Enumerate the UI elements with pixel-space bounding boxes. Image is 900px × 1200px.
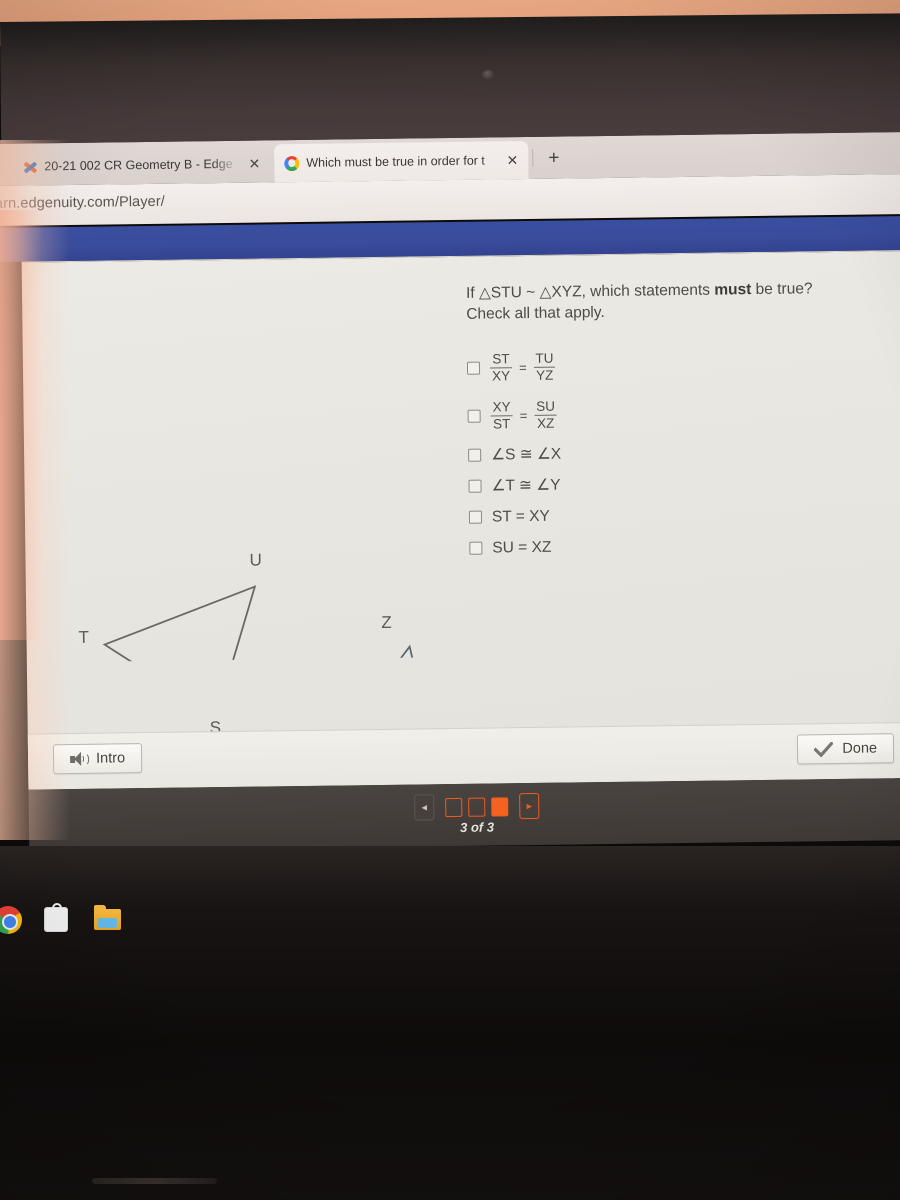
windows-taskbar <box>0 890 250 952</box>
pager-box-3[interactable] <box>491 796 509 817</box>
answer-option-6[interactable]: SU = XZ <box>469 532 562 564</box>
denominator: XZ <box>534 414 557 431</box>
triangle-XYZ <box>337 644 438 663</box>
vertex-label-U: U <box>249 550 262 570</box>
numerator: ST <box>492 351 510 367</box>
option-1-expression: ST XY = TU YZ <box>490 351 556 384</box>
next-page-button[interactable]: ► <box>519 792 540 820</box>
numerator: XY <box>492 399 511 415</box>
triangle-STU <box>102 585 257 663</box>
option-3-label: ∠S ≅ ∠X <box>491 445 562 464</box>
fraction-left: ST XY <box>490 351 513 384</box>
answer-option-2[interactable]: XY ST = SU XZ <box>467 391 561 440</box>
browser-tab-title: 20-21 002 CR Geometry B - Edge <box>44 156 233 174</box>
checkbox-option-2[interactable] <box>467 409 481 423</box>
vertex-label-Z: Z <box>381 612 392 632</box>
intro-button-label: Intro <box>95 750 126 767</box>
new-tab-button[interactable]: + <box>548 148 559 170</box>
lesson-pager: ◄ ► 3 of 3 <box>28 777 900 852</box>
fraction-left: XY ST <box>490 399 513 432</box>
checkbox-option-1[interactable] <box>466 361 481 375</box>
option-4-label: ∠T ≅ ∠Y <box>491 476 561 495</box>
webcam-icon <box>482 70 495 79</box>
browser-tab-title: Which must be true in order for t <box>306 153 485 170</box>
screenshot-root: ✕ 20-21 002 CR Geometry B - Edge ✕ Which… <box>0 0 900 1200</box>
answer-option-5[interactable]: ST = XY <box>468 501 562 533</box>
answer-option-4[interactable]: ∠T ≅ ∠Y <box>468 470 561 502</box>
pager-box-1[interactable] <box>445 797 463 817</box>
done-button[interactable]: Done <box>797 733 895 765</box>
pager-box-2[interactable] <box>468 797 486 817</box>
checkbox-option-6[interactable] <box>469 541 483 555</box>
close-icon[interactable]: ✕ <box>246 155 262 171</box>
edgenuity-x-icon <box>22 159 38 174</box>
previous-page-button[interactable]: ◄ <box>414 794 435 821</box>
pager-caption: 3 of 3 <box>459 819 495 835</box>
checkmark-icon <box>814 741 834 757</box>
checkbox-option-3[interactable] <box>468 448 482 462</box>
fraction-right: TU YZ <box>533 351 556 383</box>
browser-tab-edgenuity[interactable]: 20-21 002 CR Geometry B - Edge ✕ <box>12 144 270 185</box>
answer-option-1[interactable]: ST XY = TU YZ <box>466 343 561 392</box>
url-text: earn.edgenuity.com/Player/ <box>0 193 165 213</box>
vertex-label-T: T <box>78 627 90 647</box>
chrome-icon[interactable] <box>0 906 22 934</box>
denominator: YZ <box>533 366 556 383</box>
answer-options-list: ST XY = TU YZ XY ST = SU XZ ∠S ≅ ∠X ∠T ≅… <box>466 343 563 564</box>
google-g-icon <box>284 155 300 171</box>
checkbox-option-4[interactable] <box>468 479 482 493</box>
equals-sign: = <box>519 407 528 423</box>
question-line2: Check all that apply. <box>466 303 605 323</box>
geometry-figure <box>102 585 438 663</box>
speaker-icon <box>70 751 90 766</box>
numerator: SU <box>536 399 555 415</box>
equals-sign: = <box>518 359 527 375</box>
denominator: XY <box>490 366 513 384</box>
close-icon[interactable]: ✕ <box>504 152 520 168</box>
option-6-label: SU = XZ <box>492 538 552 556</box>
pager-controls: ◄ ► <box>414 792 540 821</box>
browser-window: ✕ 20-21 002 CR Geometry B - Edge ✕ Which… <box>0 131 900 854</box>
microsoft-store-icon[interactable] <box>44 903 68 932</box>
browser-tab-search[interactable]: Which must be true in order for t ✕ <box>274 140 529 183</box>
option-5-label: ST = XY <box>491 507 550 525</box>
tab-divider <box>532 148 534 167</box>
answer-option-3[interactable]: ∠S ≅ ∠X <box>468 439 561 471</box>
numerator: TU <box>535 351 554 367</box>
question-text: If △STU ~ △XYZ, which statements must be… <box>466 278 887 325</box>
denominator: ST <box>491 414 513 432</box>
checkbox-option-5[interactable] <box>468 510 483 524</box>
option-2-expression: XY ST = SU XZ <box>490 399 557 432</box>
file-explorer-icon[interactable] <box>94 905 121 930</box>
laptop-screen-bezel <box>0 13 900 150</box>
done-button-label: Done <box>842 740 878 757</box>
lesson-content-panel: T U S Z X Y If △STU ~ △XYZ, which statem… <box>21 249 900 790</box>
fraction-right: SU XZ <box>534 399 557 431</box>
intro-button[interactable]: Intro <box>52 743 143 775</box>
laptop-hinge <box>92 1178 217 1184</box>
question-line1: If △STU ~ △XYZ, which statements must be… <box>465 280 813 302</box>
